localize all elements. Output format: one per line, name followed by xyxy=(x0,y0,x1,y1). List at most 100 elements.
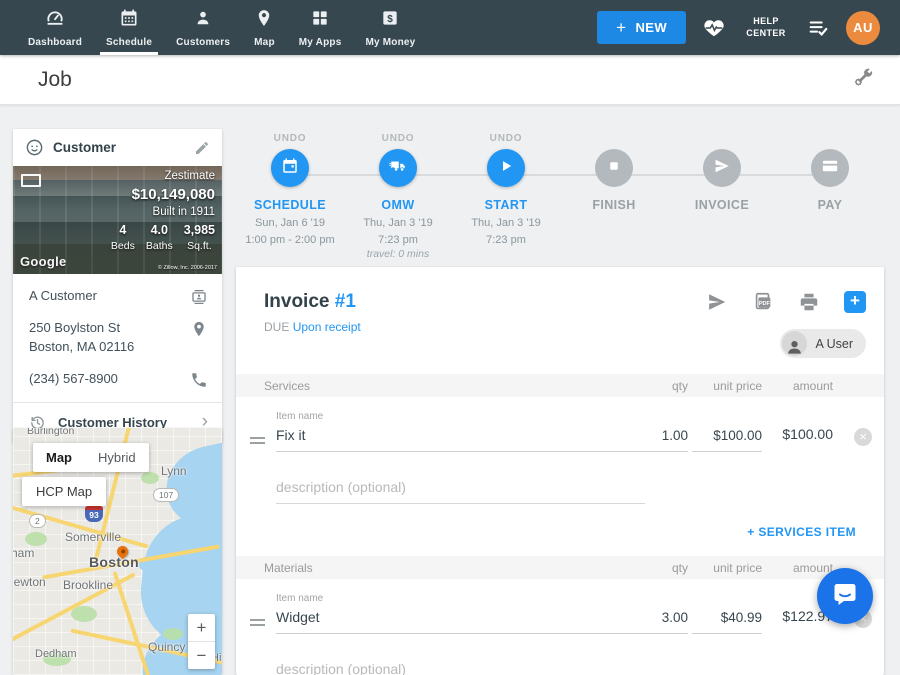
step-circle[interactable] xyxy=(379,149,417,187)
route-badge-107: 107 xyxy=(153,488,179,502)
customer-name: A Customer xyxy=(29,287,97,306)
truck-icon xyxy=(389,157,407,180)
nav-customers[interactable]: Customers xyxy=(164,0,242,55)
person-icon xyxy=(782,331,807,356)
customer-card-header: Customer xyxy=(13,129,222,166)
contact-card-icon[interactable] xyxy=(190,287,208,306)
my-money-icon: $ xyxy=(380,8,400,33)
step-label[interactable]: INVOICE xyxy=(668,198,776,212)
step-label[interactable]: START xyxy=(452,198,560,212)
nav-my-apps[interactable]: My Apps xyxy=(287,0,354,55)
drag-handle-icon[interactable] xyxy=(250,437,265,444)
nav-label: Map xyxy=(254,37,275,48)
nav-label: My Money xyxy=(365,37,415,48)
customer-card: Customer Zestimate $10,149,080 Built in … xyxy=(13,129,222,443)
customer-details: A Customer 250 Boylston StBoston, MA 021… xyxy=(13,274,222,443)
assignee-name: A User xyxy=(815,337,853,351)
zoom-in-button[interactable]: + xyxy=(188,614,215,641)
invoice-card: Invoice #1 DUE Upon receipt PDF + A User… xyxy=(236,267,884,675)
undo-link[interactable]: UNDO xyxy=(344,133,452,146)
phone-icon[interactable] xyxy=(190,370,208,389)
map-park xyxy=(141,472,159,484)
section-name: Materials xyxy=(264,561,313,575)
step-label[interactable]: SCHEDULE xyxy=(236,198,344,212)
svg-text:PDF: PDF xyxy=(759,301,771,307)
pdf-icon[interactable]: PDF xyxy=(752,291,774,313)
step-circle[interactable] xyxy=(271,149,309,187)
property-stats: 4Beds 4.0Baths 3,985Sq.ft. xyxy=(111,222,215,253)
step-label[interactable]: OMW xyxy=(344,198,452,212)
zillow-copyright: © Zillow, Inc. 2006-2017 xyxy=(158,265,217,271)
nav-label: Customers xyxy=(176,37,230,48)
qty-field[interactable]: 3.00 xyxy=(632,610,688,634)
map-label-newton: Newton xyxy=(13,575,46,589)
customer-name-row: A Customer xyxy=(29,287,208,306)
zoom-out-button[interactable]: − xyxy=(188,642,215,669)
due-value-link[interactable]: Upon receipt xyxy=(293,320,361,334)
help-center-link[interactable]: HELP CENTER xyxy=(742,16,790,39)
step-finish: FINISH xyxy=(560,133,668,263)
location-pin-icon[interactable] xyxy=(190,319,208,338)
heart-pulse-icon[interactable] xyxy=(703,17,725,39)
drag-handle-icon[interactable] xyxy=(250,619,265,626)
face-icon xyxy=(25,138,44,157)
nav-schedule[interactable]: Schedule xyxy=(94,0,164,55)
credit-card-icon xyxy=(821,157,839,180)
printer-icon[interactable] xyxy=(798,291,820,313)
hcp-map-button[interactable]: HCP Map xyxy=(22,477,106,506)
map-label-dedham: Dedham xyxy=(35,648,77,660)
map-type-map[interactable]: Map xyxy=(33,443,85,472)
undo-link[interactable]: UNDO xyxy=(236,133,344,146)
property-photo[interactable]: Zestimate $10,149,080 Built in 1911 4Bed… xyxy=(13,166,222,274)
step-schedule: UNDO SCHEDULE Sun, Jan 6 '191:00 pm - 2:… xyxy=(236,133,344,263)
assignee-pill[interactable]: A User xyxy=(780,329,866,358)
add-services-item-link[interactable]: + SERVICES ITEM xyxy=(236,504,884,539)
add-invoice-button[interactable]: + xyxy=(844,291,866,313)
stop-icon xyxy=(605,157,623,180)
page-header: Job xyxy=(0,55,900,105)
pencil-icon[interactable] xyxy=(194,140,210,156)
undo-link[interactable]: UNDO xyxy=(452,133,560,146)
map-widget[interactable]: Burlington Lynn 107 2 93 Somerville ham … xyxy=(13,428,222,675)
customer-phone: (234) 567-8900 xyxy=(29,370,118,389)
description-field[interactable]: description (optional) xyxy=(276,479,645,504)
calendar-icon xyxy=(281,157,299,180)
stat-label: Beds xyxy=(111,239,135,253)
remove-item-button[interactable]: × xyxy=(854,428,872,446)
map-type-hybrid[interactable]: Hybrid xyxy=(85,443,149,472)
item-name-field[interactable]: Widget xyxy=(276,609,645,634)
new-button[interactable]: + NEW xyxy=(597,11,686,44)
qty-field[interactable]: 1.00 xyxy=(632,428,688,452)
my-apps-icon xyxy=(310,8,330,33)
step-label[interactable]: PAY xyxy=(776,198,884,212)
nav-my-money[interactable]: $ My Money xyxy=(353,0,427,55)
send-invoice-icon[interactable] xyxy=(706,291,728,313)
new-button-label: NEW xyxy=(635,20,667,35)
nav-label: Schedule xyxy=(106,37,152,48)
step-circle[interactable] xyxy=(487,149,525,187)
col-amount: amount xyxy=(793,379,833,393)
col-amount: amount xyxy=(793,561,833,575)
step-circle[interactable] xyxy=(595,149,633,187)
nav-map[interactable]: Map xyxy=(242,0,287,55)
chat-launcher-button[interactable] xyxy=(817,568,873,624)
chat-icon xyxy=(831,580,859,613)
map-label-quincy: Quincy xyxy=(148,640,185,654)
description-field[interactable]: description (optional) xyxy=(276,661,645,675)
item-name-field[interactable]: Fix it xyxy=(276,427,645,452)
step-invoice: INVOICE xyxy=(668,133,776,263)
step-start: UNDO START Thu, Jan 3 '197:23 pm xyxy=(452,133,560,263)
map-park xyxy=(163,628,183,640)
user-avatar[interactable]: AU xyxy=(846,11,880,45)
step-label[interactable]: FINISH xyxy=(560,198,668,212)
step-circle[interactable] xyxy=(703,149,741,187)
route-shield-93: 93 xyxy=(85,506,103,522)
step-circle[interactable] xyxy=(811,149,849,187)
wrench-gear-icon[interactable] xyxy=(852,66,874,93)
invoice-number[interactable]: #1 xyxy=(335,291,356,312)
task-list-icon[interactable] xyxy=(807,17,829,39)
customers-icon xyxy=(193,8,213,33)
nav-dashboard[interactable]: Dashboard xyxy=(16,0,94,55)
map-zoom-control: + − xyxy=(188,614,215,669)
page-title: Job xyxy=(38,68,72,92)
